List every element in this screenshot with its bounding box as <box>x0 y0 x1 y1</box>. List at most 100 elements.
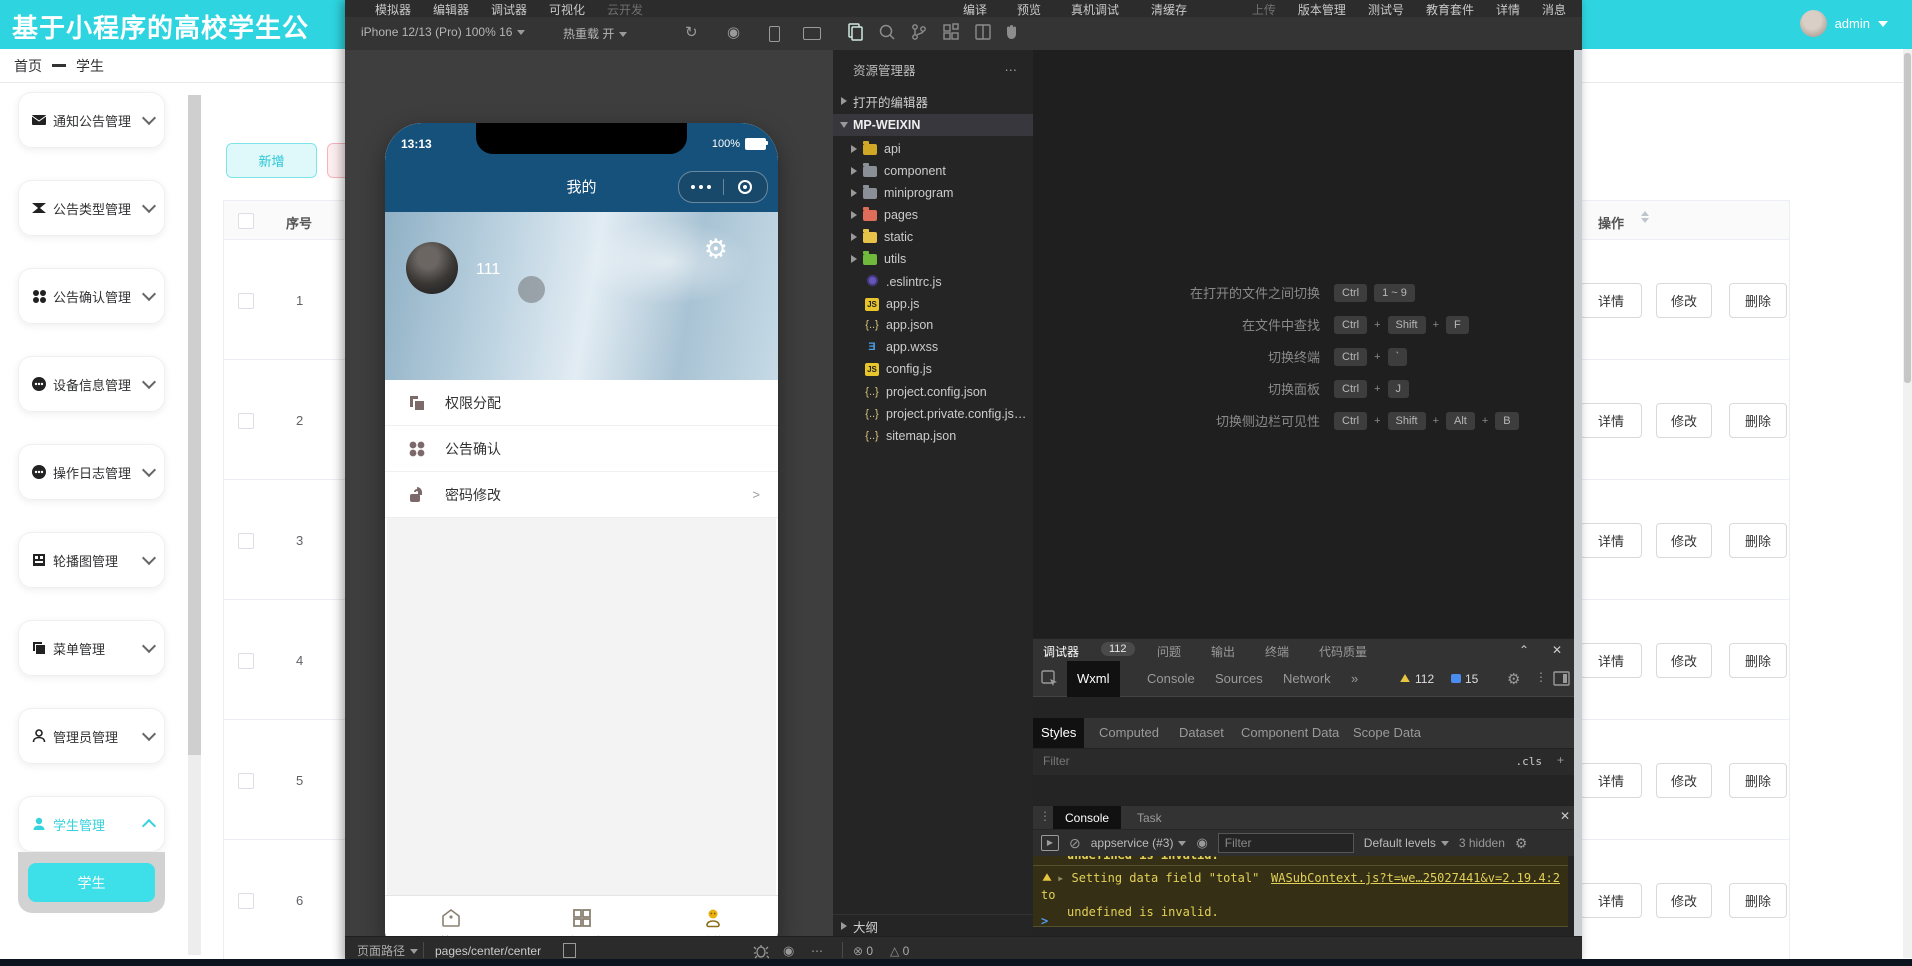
user-menu[interactable]: admin <box>1800 10 1888 37</box>
detail-button[interactable]: 详情 <box>1580 523 1642 558</box>
menu-debugger[interactable]: 调试器 <box>491 1 527 18</box>
row-checkbox[interactable] <box>238 533 254 549</box>
sidebar-item-device[interactable]: 设备信息管理 <box>18 356 165 412</box>
devtools-scrollbar[interactable] <box>1574 50 1582 936</box>
tab-computed[interactable]: Computed <box>1091 718 1167 748</box>
tab-terminal[interactable]: 终端 <box>1265 643 1289 660</box>
tree-item[interactable]: Eapp.wxss <box>833 336 1033 358</box>
console-log-area[interactable]: undefined is invalid. ▸ WASubContext.js?… <box>1033 856 1582 936</box>
edit-button[interactable]: 修改 <box>1656 883 1712 918</box>
sidebar-item-notice[interactable]: 通知公告管理 <box>18 92 165 148</box>
collapse-icon[interactable]: ⌃ <box>1519 643 1529 657</box>
phone-icon[interactable] <box>769 26 780 42</box>
gear-icon[interactable]: ⚙ <box>704 234 728 265</box>
delete-button[interactable]: 删除 <box>1729 643 1787 678</box>
console-filter-input[interactable] <box>1218 833 1354 853</box>
tree-item[interactable]: static <box>833 226 1033 248</box>
project-root[interactable]: MP-WEIXIN <box>833 114 1033 136</box>
cls-button[interactable]: .cls <box>1516 755 1543 768</box>
gear-icon[interactable]: ⚙ <box>1507 670 1520 688</box>
git-branch-icon[interactable] <box>909 22 929 42</box>
dock-icon[interactable] <box>1553 671 1570 686</box>
tree-item[interactable]: api <box>833 138 1033 160</box>
tab-problems[interactable]: 问题 <box>1157 643 1181 660</box>
menu-compile[interactable]: 编译 <box>963 1 987 18</box>
files-icon[interactable] <box>845 22 865 42</box>
delete-button[interactable]: 删除 <box>1729 403 1787 438</box>
open-editors-section[interactable]: 打开的编辑器 <box>833 90 1033 112</box>
tab-code-quality[interactable]: 代码质量 <box>1319 643 1367 660</box>
row-checkbox[interactable] <box>238 893 254 909</box>
tree-item[interactable]: component <box>833 160 1033 182</box>
bug-icon[interactable] <box>753 943 769 959</box>
tree-item[interactable]: {..}app.json <box>833 314 1033 336</box>
eye-icon[interactable]: ◉ <box>1196 835 1207 851</box>
hand-icon[interactable] <box>1002 22 1022 42</box>
message-count[interactable]: 15 <box>1451 672 1478 686</box>
sidebar-item-notice-confirm[interactable]: 公告确认管理 <box>18 268 165 324</box>
device-selector[interactable]: iPhone 12/13 (Pro) 100% 16 <box>361 25 525 39</box>
sidebar-scrollbar[interactable] <box>188 95 201 955</box>
detail-button[interactable]: 详情 <box>1580 643 1642 678</box>
source-link[interactable]: WASubContext.js?t=we…25027441&v=2.19.4:2 <box>1271 870 1560 887</box>
warning-count[interactable]: 112 <box>1399 672 1434 686</box>
kebab-menu-icon[interactable]: ⋮ <box>1535 670 1547 684</box>
styles-content-area[interactable] <box>1033 775 1582 805</box>
sidebar-item-notice-type[interactable]: 公告类型管理 <box>18 180 165 236</box>
edit-button[interactable]: 修改 <box>1656 763 1712 798</box>
row-checkbox[interactable] <box>238 773 254 789</box>
desktop-icon[interactable] <box>803 27 821 40</box>
tree-item[interactable]: {..}sitemap.json <box>833 425 1033 447</box>
console-warning[interactable]: ▸ WASubContext.js?t=we…25027441&v=2.19.4… <box>1033 865 1568 927</box>
tab-task[interactable]: Task <box>1125 806 1174 830</box>
hot-reload-toggle[interactable]: 热重载 开 <box>563 25 627 42</box>
more-icon[interactable]: ⋯ <box>1005 62 1018 77</box>
capsule-menu[interactable] <box>678 171 768 203</box>
tree-item[interactable]: utils <box>833 248 1033 270</box>
menu-version[interactable]: 版本管理 <box>1298 1 1346 18</box>
detail-button[interactable]: 详情 <box>1580 283 1642 318</box>
row-checkbox[interactable] <box>238 413 254 429</box>
tree-item[interactable]: JSconfig.js <box>833 358 1033 380</box>
close-target-icon[interactable] <box>724 180 768 194</box>
log-level-selector[interactable]: Default levels <box>1364 836 1449 850</box>
select-all-checkbox[interactable] <box>238 213 254 229</box>
delete-button[interactable]: 删除 <box>1729 763 1787 798</box>
tab-output[interactable]: 输出 <box>1211 643 1235 660</box>
col-header-action[interactable]: 操作 <box>1598 213 1624 232</box>
search-icon[interactable] <box>877 22 897 42</box>
close-icon[interactable]: ✕ <box>1552 643 1562 657</box>
add-button[interactable]: 新增 <box>226 143 317 178</box>
delete-button[interactable]: 删除 <box>1729 283 1787 318</box>
menu-details[interactable]: 详情 <box>1496 1 1520 18</box>
ellipsis-icon[interactable]: ⋯ <box>811 944 823 958</box>
page-scrollbar[interactable] <box>1903 49 1912 958</box>
tree-item[interactable]: miniprogram <box>833 182 1033 204</box>
tree-item[interactable]: {..}project.private.config.js… <box>833 403 1033 425</box>
sidebar-item-admin[interactable]: 管理员管理 <box>18 708 165 764</box>
add-style-icon[interactable]: + <box>1557 753 1564 767</box>
more-icon[interactable] <box>679 185 723 189</box>
menu-message[interactable]: 消息 <box>1542 1 1566 18</box>
menu-test-account[interactable]: 测试号 <box>1368 1 1404 18</box>
sidebar-item-menu[interactable]: 菜单管理 <box>18 620 165 676</box>
submenu-student-button[interactable]: 学生 <box>28 863 155 902</box>
tab-console[interactable]: Console <box>1137 661 1205 697</box>
tab-wxml[interactable]: Wxml <box>1067 661 1120 697</box>
close-icon[interactable]: ✕ <box>1560 809 1570 823</box>
outline-section[interactable]: 大纲 <box>833 914 1033 936</box>
delete-button[interactable]: 删除 <box>1729 883 1787 918</box>
tree-item[interactable]: JSapp.js <box>833 293 1033 315</box>
styles-filter-input[interactable] <box>1041 753 1425 769</box>
tab-sources[interactable]: Sources <box>1205 661 1273 697</box>
menu-simulator[interactable]: 模拟器 <box>375 1 411 18</box>
sidebar-item-carousel[interactable]: 轮播图管理 <box>18 532 165 588</box>
detail-button[interactable]: 详情 <box>1580 403 1642 438</box>
row-checkbox[interactable] <box>238 653 254 669</box>
record-icon[interactable]: ◉ <box>727 23 740 41</box>
edit-button[interactable]: 修改 <box>1656 283 1712 318</box>
menu-clear-cache[interactable]: 清缓存 <box>1151 1 1187 18</box>
tree-item[interactable]: pages <box>833 204 1033 226</box>
gear-icon[interactable]: ⚙ <box>1515 835 1528 852</box>
console-prompt[interactable]: > <box>1041 914 1048 928</box>
